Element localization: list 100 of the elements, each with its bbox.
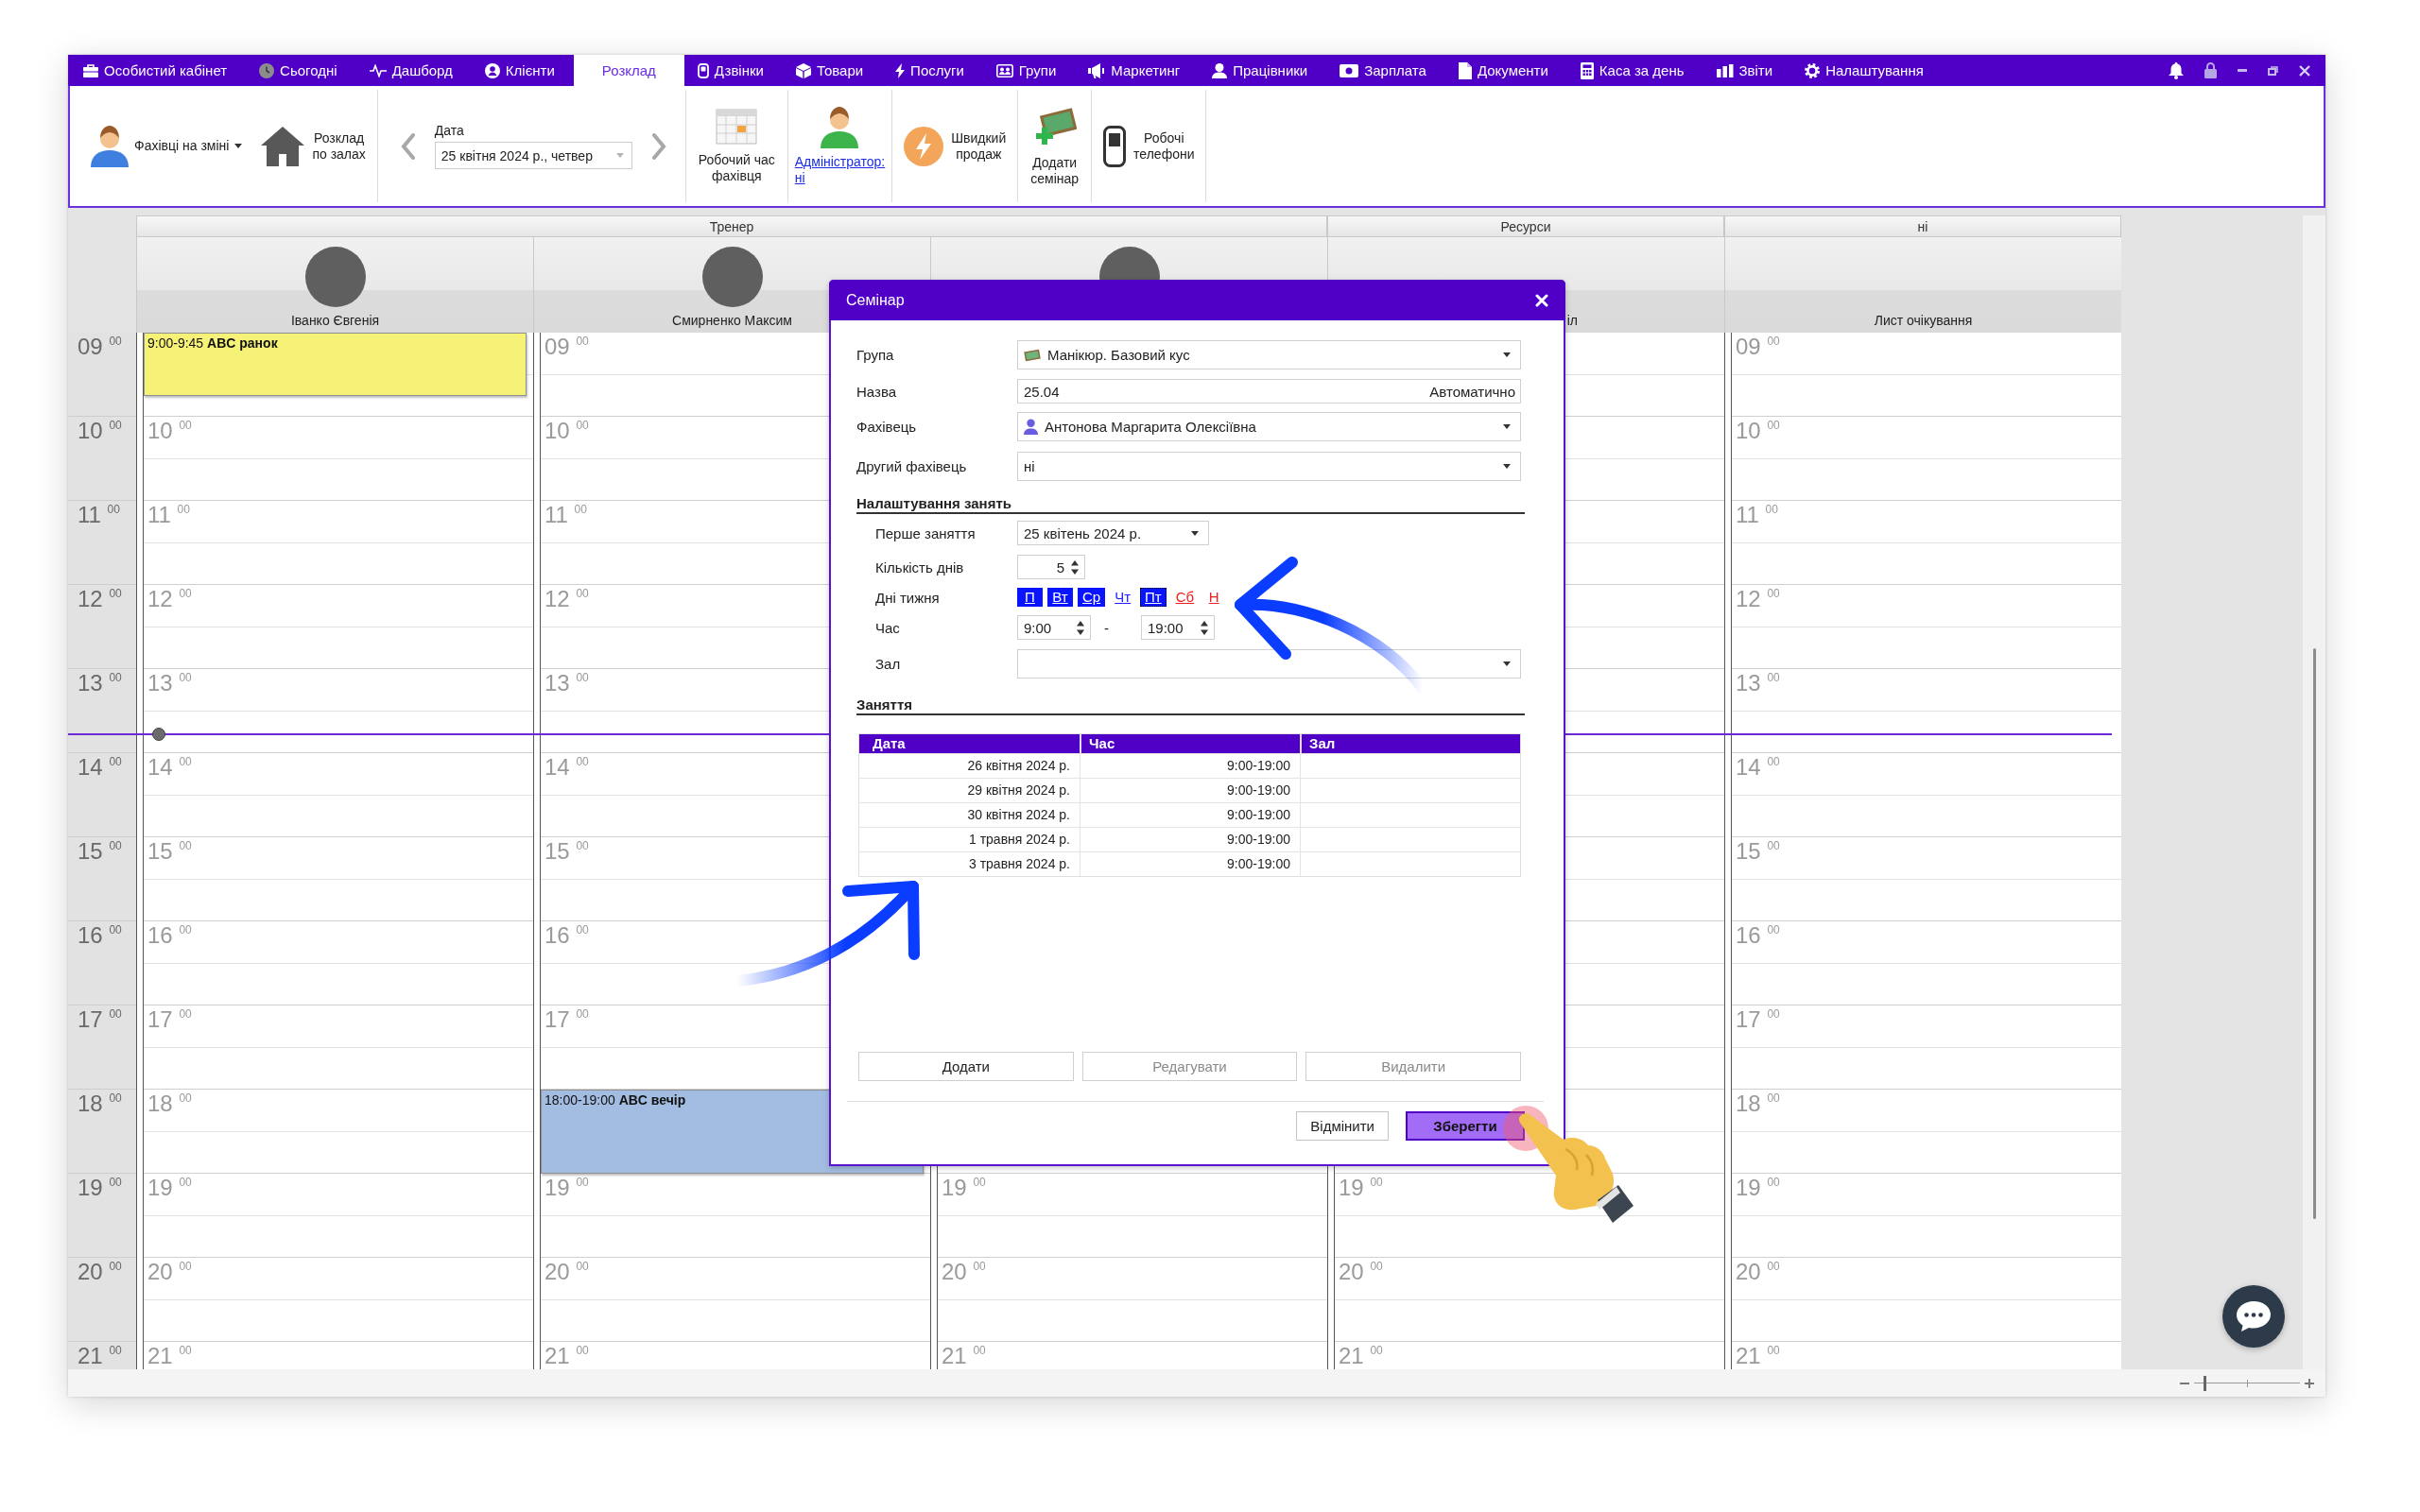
slot-time-label: 20 $^{00}$ [942,1260,986,1284]
row-action-button[interactable]: Додати [858,1052,1074,1081]
add-seminar-button[interactable]: Додати семінар [1018,101,1092,191]
menu-tab[interactable]: Клієнти [471,55,574,86]
hall-schedule-button[interactable]: Розклад по залах [250,122,377,170]
table-cell-text: 26 квітня 2024 р. [966,757,1071,775]
column-header[interactable]: Час [1080,734,1300,753]
dialog-title: Семінар [846,291,905,309]
column-group-header: ні [1724,215,2121,236]
menu-tab[interactable]: Працівники [1199,55,1327,86]
menu-tab[interactable]: Товари [782,55,883,86]
weekday-toggle[interactable]: Н [1203,588,1225,607]
slider-thumb[interactable] [2204,1375,2207,1391]
field-label: Час [875,619,900,636]
slot-time-label: 16 $^{00}$ [147,923,192,948]
group-dropdown[interactable]: Манікюр. Базовий кус [1017,340,1521,369]
slot-time-label: 11 $^{00}$ [147,503,190,527]
dropdown[interactable]: ні [1017,452,1521,481]
work-phones-button[interactable]: Робочі телефони [1092,121,1206,171]
caret-down-icon [1191,530,1199,536]
menu-tab[interactable]: Зарплата [1326,55,1445,86]
caret-down-icon [615,153,624,158]
mobile-phone-icon [1103,125,1127,167]
schedule-event[interactable]: 9:00-9:45 ABC ранок [144,333,527,396]
time-spinbox[interactable]: 9:00 [1017,615,1091,640]
range-separator: - [1104,619,1109,636]
slot-time-label: 16 $^{00}$ [1736,923,1780,948]
table-cell: 9:00-19:00 [1080,803,1300,827]
phone-icon [697,62,709,78]
save-button[interactable]: Зберегти [1406,1111,1525,1141]
scrollbar-thumb[interactable] [2312,648,2316,1219]
day-count-spinbox[interactable]: 5 [1017,555,1085,579]
time-label: 15 $^{00}$ [78,839,122,864]
menu-tab[interactable]: Дашборд [355,55,472,86]
column-header[interactable]: Зал [1300,734,1520,753]
slot-time-label: 17 $^{00}$ [1736,1007,1780,1032]
time-label: 21 $^{00}$ [78,1344,122,1368]
time-spinbox[interactable]: 19:00 [1141,615,1215,640]
date-field[interactable]: 25 квітня 2024 р., четвер [434,142,632,169]
menu-tab[interactable]: Звіти [1703,55,1792,86]
working-hours-button[interactable]: Робочий час фахівця [685,104,787,188]
zoom-in-icon[interactable] [2305,1378,2314,1388]
weekday-toggle[interactable]: Ср [1078,588,1106,607]
slot-time-label: 15 $^{00}$ [1736,839,1780,864]
menu-tab[interactable]: Розклад [573,55,684,86]
administrator-link[interactable]: Адміністратор: ні [794,153,886,186]
weekday-toggle[interactable]: Сб [1170,588,1200,607]
menu-tab[interactable]: Послуги [882,55,983,86]
slot-time-label: 20 $^{00}$ [1736,1260,1780,1284]
date-label: Дата [434,123,464,138]
person-icon [91,125,129,167]
menu-tab[interactable]: Сьогодні [246,55,356,86]
zoom-out-icon[interactable] [2180,1382,2189,1384]
close-icon [1535,293,1548,307]
slot-time-label: 10 $^{00}$ [147,419,192,443]
weekday-toggle[interactable]: Чт [1110,588,1136,607]
menu-tab[interactable]: Дзвінки [683,55,783,86]
weekday-toggle[interactable]: Пт [1140,588,1167,607]
slot-time-label: 18 $^{00}$ [1736,1091,1780,1116]
slot-time-label: 12 $^{00}$ [147,587,192,611]
menu-tab[interactable]: Маркетинг [1075,55,1200,86]
time-label: 10 $^{00}$ [78,419,122,443]
specialist-dropdown[interactable]: Антонова Маргарита Олексіївна [1017,412,1521,441]
menu-tab[interactable]: Особистий кабінет [70,55,247,86]
caret-down-icon [1503,424,1511,429]
quick-sale-button[interactable]: Швидкий продаж [892,122,1018,170]
menu-tab[interactable]: Налаштування [1791,55,1943,86]
spinner-arrows-icon [1201,620,1208,635]
restore-icon[interactable] [2268,65,2278,76]
close-icon[interactable] [2299,64,2310,77]
menu-tab[interactable]: Каса за день [1566,55,1703,86]
date-picker-field[interactable]: 25 квітень 2024 р. [1017,521,1209,545]
user-circle-icon [484,62,500,78]
name-input[interactable]: 25.04 Автоматично [1017,379,1521,404]
clock-icon [259,62,275,78]
slot-time-label: 17 $^{00}$ [544,1007,589,1032]
scrollbar-track[interactable] [2303,215,2325,1369]
time-label: 19 $^{00}$ [78,1176,122,1200]
menu-tab[interactable]: Документи [1444,55,1567,86]
staff-on-shift-dropdown[interactable]: Фахівці на зміні [83,121,251,171]
slot-time-label: 21 $^{00}$ [1339,1344,1383,1368]
notification-bell-icon[interactable] [2169,61,2184,79]
weekday-toggle[interactable]: Вт [1047,588,1073,607]
menu-tab[interactable]: Групи [982,55,1076,86]
column-group-header: Ресурси [1327,215,1724,236]
table-cell: 9:00-19:00 [1080,779,1300,802]
slot-time-label: 13 $^{00}$ [1736,671,1780,696]
caret-down-icon [234,144,243,148]
slot-time-label: 17 $^{00}$ [147,1007,192,1032]
time-slot[interactable]: 9:00-9:45 ABC ранок [144,333,533,417]
slot-time-label: 21 $^{00}$ [544,1344,589,1368]
slot-time-label: 13 $^{00}$ [544,671,589,696]
time-label: 20 $^{00}$ [78,1260,122,1284]
weekday-toggle[interactable]: П [1017,588,1043,607]
lock-icon[interactable] [2204,62,2217,78]
slot-time-label: 19 $^{00}$ [544,1176,589,1200]
time-label: 18 $^{00}$ [78,1091,122,1116]
slot-time-label: 11 $^{00}$ [544,503,587,527]
slot-time-label: 10 $^{00}$ [1736,419,1780,443]
cancel-button[interactable]: Відмінити [1296,1111,1389,1141]
